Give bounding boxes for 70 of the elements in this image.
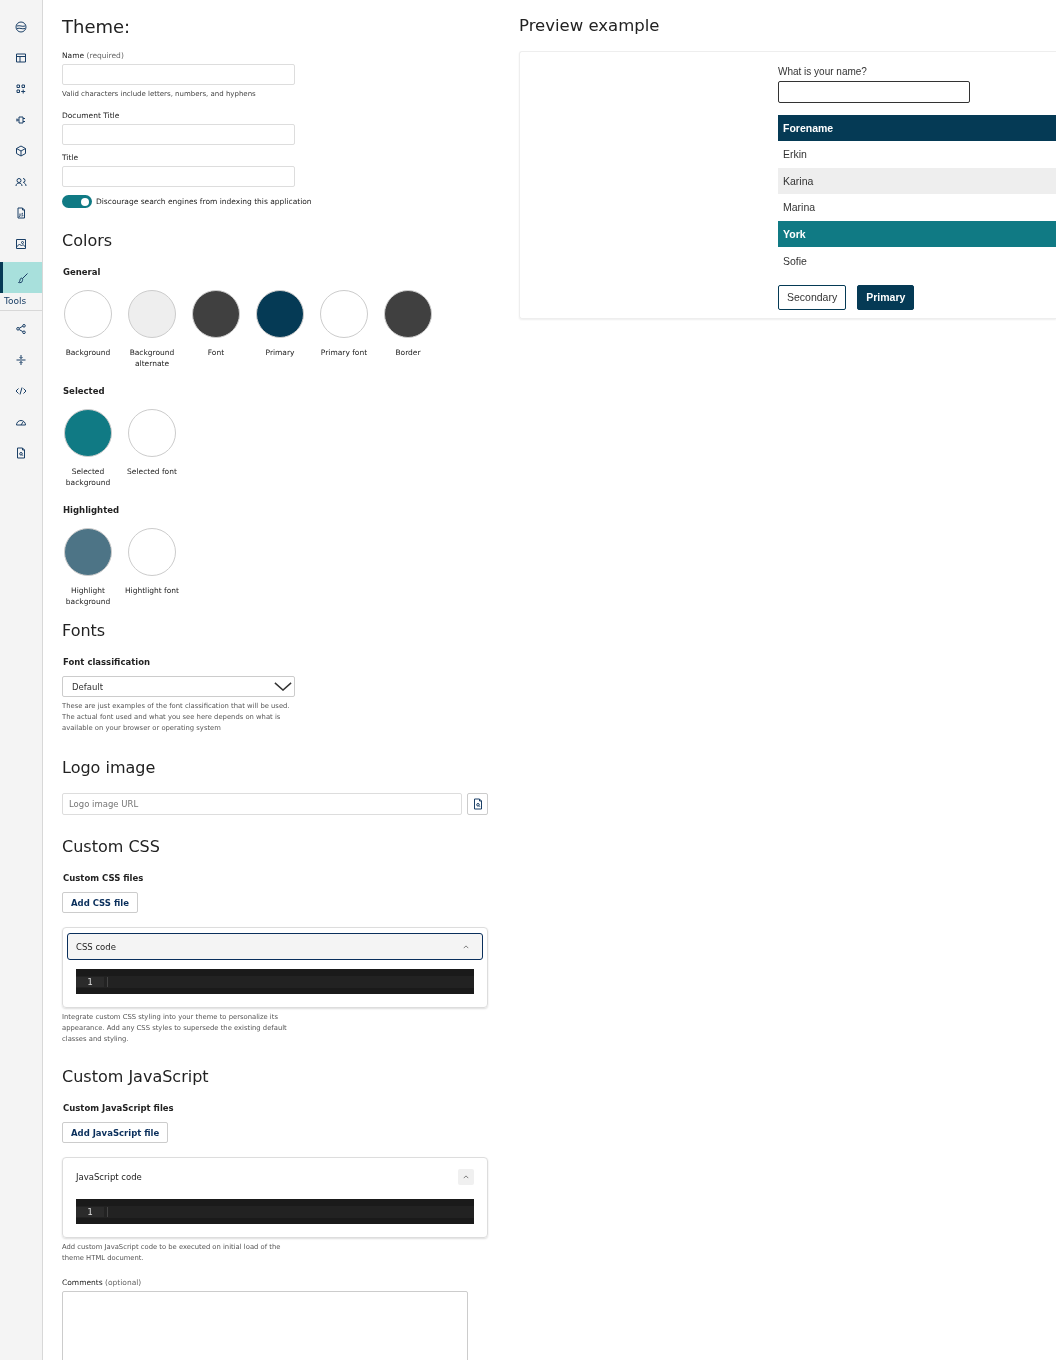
section-heading: Theme: bbox=[62, 16, 132, 37]
group-title: General bbox=[63, 267, 102, 277]
layout-icon bbox=[15, 51, 27, 64]
table-row[interactable]: Erkin bbox=[778, 141, 1056, 168]
field-label: Custom JavaScript files bbox=[63, 1103, 175, 1113]
url-field[interactable]: Logo image URL bbox=[62, 793, 462, 815]
share-icon bbox=[15, 322, 27, 335]
plug-icon bbox=[15, 113, 27, 126]
code-editor[interactable]: 1 bbox=[76, 1199, 474, 1224]
image-icon bbox=[15, 237, 27, 250]
name-field[interactable] bbox=[778, 81, 970, 103]
chevron-up-icon bbox=[463, 944, 469, 949]
panel-title: JavaScript code bbox=[76, 1171, 142, 1182]
users-icon bbox=[15, 175, 27, 188]
color-swatch[interactable] bbox=[192, 290, 240, 338]
add-file-button[interactable]: Add CSS file bbox=[62, 892, 138, 913]
chevron-down-icon bbox=[274, 682, 292, 691]
color-swatch[interactable] bbox=[320, 290, 368, 338]
widgets-icon bbox=[15, 82, 27, 95]
field-label: Font classification bbox=[63, 657, 152, 667]
line-number: 1 bbox=[76, 1206, 104, 1217]
file-picker-button[interactable] bbox=[467, 793, 488, 815]
table-row[interactable]: Sofie bbox=[778, 247, 1056, 274]
color-swatch[interactable] bbox=[64, 409, 112, 457]
script-file-icon bbox=[15, 206, 27, 219]
font-select[interactable]: Default bbox=[62, 676, 295, 697]
document-icon bbox=[15, 446, 27, 459]
brush-icon bbox=[16, 271, 29, 284]
comments-field[interactable] bbox=[62, 1291, 468, 1360]
chevron-up-icon bbox=[463, 1174, 469, 1179]
line-number: 1 bbox=[76, 976, 104, 987]
table-row[interactable]: Karina bbox=[778, 167, 1056, 195]
code-editor[interactable]: 1 bbox=[76, 969, 474, 994]
group-title: Highlighted bbox=[63, 505, 121, 515]
field-label: What is your name? bbox=[778, 66, 868, 77]
text-field[interactable] bbox=[62, 166, 295, 187]
toggle-switch[interactable] bbox=[62, 195, 92, 208]
panel-header[interactable]: CSS code bbox=[67, 933, 483, 960]
column-header: Forename bbox=[778, 115, 1056, 141]
sidebar-item[interactable] bbox=[0, 262, 42, 293]
sidebar-label: Tools bbox=[3, 295, 28, 306]
group-title: Selected bbox=[63, 386, 106, 396]
primary-button[interactable]: Primary bbox=[857, 284, 915, 310]
cube-icon bbox=[15, 144, 27, 157]
table-row[interactable]: Marina bbox=[778, 194, 1056, 221]
color-swatch[interactable] bbox=[256, 290, 304, 338]
color-swatch[interactable] bbox=[128, 409, 176, 457]
color-swatch[interactable] bbox=[64, 528, 112, 576]
color-swatch[interactable] bbox=[384, 290, 432, 338]
document-icon bbox=[471, 798, 484, 810]
add-file-button[interactable]: Add JavaScript file bbox=[62, 1122, 169, 1143]
section-heading: Custom CSS bbox=[62, 837, 161, 856]
color-swatch[interactable] bbox=[64, 290, 112, 338]
table-row[interactable]: York bbox=[778, 220, 1056, 248]
section-heading: Custom JavaScript bbox=[62, 1067, 210, 1086]
code-icon bbox=[15, 384, 27, 397]
text-field[interactable] bbox=[62, 64, 295, 85]
panel-title: CSS code bbox=[76, 941, 116, 952]
section-heading: Logo image bbox=[62, 758, 157, 777]
section-heading: Colors bbox=[62, 231, 114, 250]
text-field[interactable] bbox=[62, 124, 295, 145]
field-label: Custom CSS files bbox=[63, 873, 145, 883]
compress-icon bbox=[15, 353, 27, 366]
panel-header[interactable]: JavaScript code bbox=[67, 1163, 483, 1190]
secondary-button[interactable]: Secondary bbox=[778, 284, 847, 310]
color-swatch[interactable] bbox=[128, 528, 176, 576]
color-swatch[interactable] bbox=[128, 290, 176, 338]
section-heading: Preview example bbox=[519, 16, 661, 35]
globe-icon bbox=[15, 20, 27, 33]
section-heading: Fonts bbox=[62, 621, 107, 640]
